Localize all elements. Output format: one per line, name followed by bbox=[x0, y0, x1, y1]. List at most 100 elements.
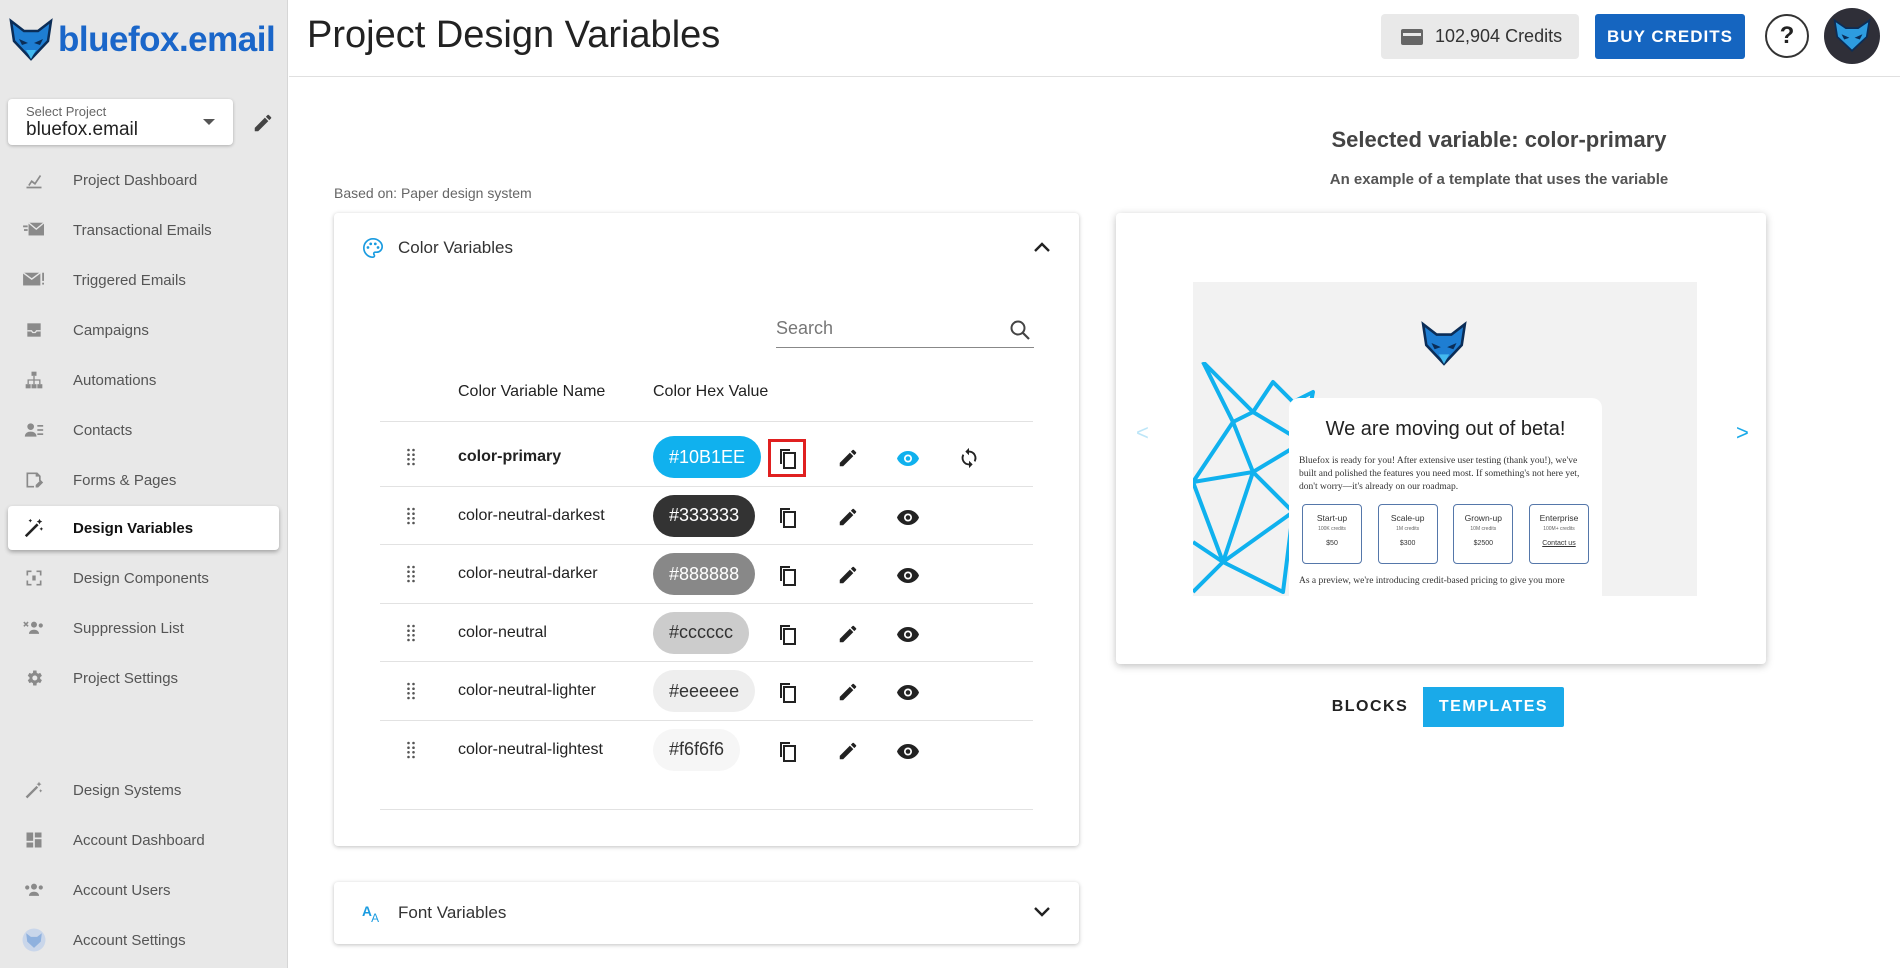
templates-toggle-button[interactable]: TEMPLATES bbox=[1423, 687, 1564, 727]
eye-icon[interactable] bbox=[894, 678, 922, 706]
plan-credits: 100K credits bbox=[1318, 526, 1346, 532]
refresh-icon[interactable] bbox=[955, 444, 983, 472]
sidebar-item-design-systems[interactable]: Design Systems bbox=[8, 768, 279, 812]
sidebar-item-forms-pages[interactable]: Forms & Pages bbox=[8, 458, 279, 502]
sidebar-item-label: Account Dashboard bbox=[73, 831, 205, 849]
based-on-text: Based on: Paper design system bbox=[334, 185, 532, 201]
plan-contact-link: Contact us bbox=[1542, 540, 1576, 547]
plan-price: $2500 bbox=[1473, 540, 1494, 547]
search-icon[interactable] bbox=[1008, 318, 1032, 342]
pencil-icon[interactable] bbox=[834, 737, 862, 765]
palette-icon bbox=[363, 238, 383, 258]
sidebar-item-design-variables[interactable]: Design Variables bbox=[8, 506, 279, 550]
table-row[interactable]: color-neutral-darker #888888 bbox=[380, 545, 1033, 604]
sidebar-item-design-components[interactable]: Design Components bbox=[8, 556, 279, 600]
drag-handle-icon[interactable] bbox=[406, 740, 416, 765]
sidebar-item-label: Forms & Pages bbox=[73, 471, 177, 489]
plan-credits: 100M+ credits bbox=[1543, 526, 1575, 532]
eye-icon[interactable] bbox=[894, 561, 922, 589]
table-row[interactable]: color-neutral-lightest #f6f6f6 bbox=[380, 721, 1033, 780]
eye-icon[interactable] bbox=[894, 503, 922, 531]
magic-wand-icon bbox=[12, 517, 56, 539]
sidebar: bluefox.email Select Project bluefox.ema… bbox=[0, 0, 288, 968]
edit-project-button[interactable] bbox=[250, 110, 276, 136]
email-preview[interactable]: We are moving out of beta! Bluefox is re… bbox=[1193, 282, 1697, 596]
plan-price: $50 bbox=[1326, 540, 1338, 547]
drag-handle-icon[interactable] bbox=[406, 623, 416, 648]
sidebar-item-label: Project Settings bbox=[73, 669, 179, 687]
sidebar-item-contacts[interactable]: Contacts bbox=[8, 408, 279, 452]
eye-icon[interactable] bbox=[894, 620, 922, 648]
sidebar-item-transactional-emails[interactable]: Transactional Emails bbox=[8, 208, 279, 252]
pencil-icon bbox=[254, 114, 272, 132]
sidebar-item-project-dashboard[interactable]: Project Dashboard bbox=[8, 158, 279, 202]
pencil-icon[interactable] bbox=[834, 444, 862, 472]
table-row[interactable]: color-neutral-lighter #eeeeee bbox=[380, 662, 1033, 721]
search-field[interactable] bbox=[776, 311, 1034, 348]
sidebar-item-account-dashboard[interactable]: Account Dashboard bbox=[8, 818, 279, 862]
drag-handle-icon[interactable] bbox=[406, 681, 416, 706]
fox-icon bbox=[12, 928, 56, 952]
chevron-up-icon[interactable] bbox=[1033, 240, 1051, 254]
copy-icon[interactable] bbox=[773, 737, 801, 765]
pencil-icon[interactable] bbox=[834, 678, 862, 706]
plan-card: Scale-up 1M credits $300 bbox=[1377, 504, 1438, 564]
gear-icon bbox=[12, 668, 56, 688]
font-variables-header[interactable]: A A Font Variables bbox=[334, 882, 1079, 944]
column-header-hex: Color Hex Value bbox=[653, 383, 769, 400]
sitemap-icon bbox=[12, 370, 56, 390]
sidebar-item-campaigns[interactable]: Campaigns bbox=[8, 308, 279, 352]
drag-handle-icon[interactable] bbox=[406, 447, 416, 472]
chevron-down-icon[interactable] bbox=[1033, 905, 1051, 919]
table-row[interactable]: color-neutral-darkest #333333 bbox=[380, 487, 1033, 546]
drag-handle-icon[interactable] bbox=[406, 506, 416, 531]
project-select-value: bluefox.email bbox=[26, 119, 138, 140]
sidebar-item-project-settings[interactable]: Project Settings bbox=[8, 656, 279, 700]
project-select[interactable]: Select Project bluefox.email bbox=[8, 99, 233, 145]
blocks-toggle-button[interactable]: BLOCKS bbox=[1317, 687, 1423, 727]
plan-credits: 10M credits bbox=[1470, 526, 1497, 532]
pencil-icon[interactable] bbox=[834, 620, 862, 648]
color-variables-header[interactable]: Color Variables bbox=[334, 213, 1079, 283]
form-edit-icon bbox=[12, 470, 56, 490]
preview-next-button[interactable]: > bbox=[1736, 420, 1749, 446]
preview-prev-button[interactable]: < bbox=[1136, 420, 1149, 446]
caret-down-icon bbox=[203, 119, 215, 125]
block-users-icon bbox=[12, 618, 56, 638]
sidebar-item-label: Contacts bbox=[73, 421, 133, 439]
email-footer-text: As a preview, we're introducing credit-b… bbox=[1299, 576, 1565, 586]
eye-icon[interactable] bbox=[894, 444, 922, 472]
hex-value-chip: #333333 bbox=[653, 494, 756, 537]
variable-name: color-neutral-lightest bbox=[458, 740, 603, 758]
buy-credits-button[interactable]: BUY CREDITS bbox=[1595, 14, 1745, 59]
variable-name: color-primary bbox=[458, 448, 562, 465]
app-logo[interactable]: bluefox.email bbox=[8, 10, 276, 70]
help-button[interactable]: ? bbox=[1765, 14, 1809, 58]
sidebar-item-label: Design Systems bbox=[73, 781, 182, 799]
pencil-icon[interactable] bbox=[834, 503, 862, 531]
hex-value-chip: #888888 bbox=[653, 553, 756, 595]
credits-display[interactable]: 102,904 Credits bbox=[1381, 14, 1579, 59]
drag-handle-icon[interactable] bbox=[406, 564, 416, 589]
chart-icon bbox=[12, 170, 56, 190]
table-row[interactable]: color-primary #10B1EE bbox=[380, 428, 1033, 487]
sidebar-item-triggered-emails[interactable]: Triggered Emails bbox=[8, 258, 279, 302]
fox-avatar-icon bbox=[1833, 18, 1871, 52]
sidebar-item-account-settings[interactable]: Account Settings bbox=[8, 918, 279, 962]
pencil-icon[interactable] bbox=[834, 561, 862, 589]
variable-name: color-neutral-lighter bbox=[458, 682, 596, 699]
sidebar-item-suppression-list[interactable]: Suppression List bbox=[8, 606, 279, 650]
table-row[interactable]: color-neutral #cccccc bbox=[380, 604, 1033, 663]
eye-icon[interactable] bbox=[894, 737, 922, 765]
copy-icon[interactable] bbox=[773, 620, 801, 648]
sidebar-item-automations[interactable]: Automations bbox=[8, 358, 279, 402]
search-input[interactable] bbox=[776, 311, 996, 345]
svg-text:A: A bbox=[371, 911, 379, 924]
copy-icon[interactable] bbox=[773, 561, 801, 589]
copy-icon[interactable] bbox=[773, 503, 801, 531]
sidebar-item-label: Transactional Emails bbox=[73, 221, 212, 239]
avatar[interactable] bbox=[1824, 8, 1880, 64]
sidebar-item-account-users[interactable]: Account Users bbox=[8, 868, 279, 912]
copy-icon[interactable] bbox=[768, 439, 806, 477]
copy-icon[interactable] bbox=[773, 678, 801, 706]
